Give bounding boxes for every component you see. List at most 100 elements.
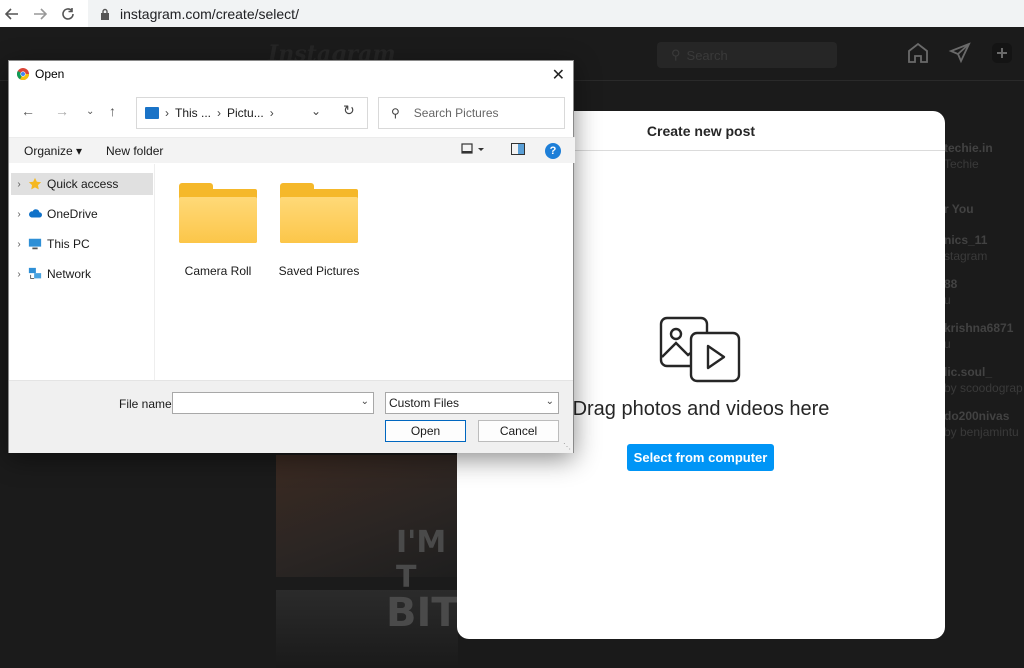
- forward-arrow-icon[interactable]: →: [55, 103, 69, 119]
- url-text: instagram.com/create/select/: [120, 5, 299, 22]
- search-pictures-input[interactable]: ⚲ Search Pictures: [378, 97, 565, 129]
- breadcrumb-pictures[interactable]: Pictu...: [227, 106, 264, 120]
- instagram-nav-icons: [906, 41, 1014, 65]
- file-name-label: File name:: [119, 397, 176, 411]
- feed-image[interactable]: I'M T: [276, 455, 458, 595]
- refresh-icon[interactable]: ↻: [343, 102, 355, 119]
- suggestion-sub: u: [944, 337, 951, 351]
- organize-label: Organize: [24, 144, 73, 158]
- forward-button[interactable]: [28, 2, 52, 26]
- lock-icon: [101, 8, 109, 20]
- expand-chevron-icon[interactable]: ›: [11, 239, 27, 250]
- breadcrumb[interactable]: › This ... › Pictu... › ⌄ ↻: [136, 97, 368, 129]
- search-icon: ⚲: [671, 47, 681, 62]
- breadcrumb-separator: ›: [165, 106, 169, 120]
- cancel-button[interactable]: Cancel: [478, 420, 559, 442]
- expand-chevron-icon[interactable]: ›: [11, 269, 27, 280]
- arrow-left-icon: [5, 8, 18, 20]
- file-type-value: Custom Files: [389, 396, 460, 410]
- suggestion-name[interactable]: krishna6871: [944, 321, 1013, 335]
- arrow-right-icon: [34, 8, 47, 20]
- chrome-icon: [17, 68, 29, 80]
- preview-pane-icon: [511, 143, 525, 155]
- pictures-icon: [145, 107, 159, 119]
- view-icon: [461, 143, 484, 154]
- recent-locations-chevron-icon[interactable]: ⌄: [86, 106, 94, 117]
- select-from-computer-button[interactable]: Select from computer: [627, 444, 774, 471]
- nav-item-onedrive[interactable]: › OneDrive: [11, 203, 153, 225]
- dialog-title: Open: [35, 67, 65, 81]
- suggestion-sub: by benjamintu: [944, 425, 1019, 439]
- up-arrow-icon[interactable]: ↑: [109, 103, 116, 119]
- resize-grip-icon[interactable]: ⋱: [563, 442, 571, 451]
- instagram-search[interactable]: ⚲ Search: [657, 42, 837, 68]
- breadcrumb-this-pc[interactable]: This ...: [175, 106, 211, 120]
- folder-label: Camera Roll: [184, 264, 252, 278]
- folder-icon: [179, 183, 257, 243]
- folder-icon: [280, 183, 358, 243]
- folder-label: Saved Pictures: [278, 264, 360, 278]
- suggestion-name[interactable]: nics_11: [944, 233, 987, 247]
- view-options-button[interactable]: [461, 142, 485, 159]
- suggestion-sub: Techie: [944, 157, 979, 171]
- dialog-navigation: ← → ⌄ ↑ › This ... › Pictu... › ⌄ ↻ ⚲ Se…: [9, 95, 575, 129]
- nav-item-label: This PC: [47, 237, 90, 251]
- photo-video-icon: [659, 316, 741, 383]
- nav-item-label: Quick access: [47, 177, 119, 191]
- search-icon: ⚲: [391, 106, 400, 120]
- chevron-down-icon[interactable]: ⌄: [311, 104, 321, 118]
- new-folder-button[interactable]: New folder: [106, 144, 163, 158]
- expand-chevron-icon[interactable]: ›: [11, 179, 27, 190]
- reload-button[interactable]: [56, 2, 80, 26]
- open-file-dialog: Open ✕ ← → ⌄ ↑ › This ... › Pictu... › ⌄…: [8, 60, 575, 453]
- browser-toolbar: instagram.com/create/select/: [0, 0, 1024, 27]
- chevron-down-icon[interactable]: ⌄: [546, 396, 554, 407]
- suggestion-name[interactable]: lic.soul_: [944, 365, 992, 379]
- feed-image-text: I'M T: [396, 525, 447, 595]
- home-icon[interactable]: [906, 41, 930, 65]
- nav-item-label: Network: [47, 267, 92, 281]
- navigation-pane: › Quick access › OneDrive › This PC › Ne…: [9, 164, 155, 380]
- back-arrow-icon[interactable]: ←: [21, 103, 35, 119]
- dialog-toolbar: Organize ▾ New folder ?: [9, 137, 575, 163]
- close-icon[interactable]: ✕: [552, 65, 565, 85]
- back-button[interactable]: [0, 2, 24, 26]
- suggestions-header: r You: [944, 202, 974, 216]
- instagram-search-placeholder: Search: [686, 47, 728, 63]
- chevron-down-icon[interactable]: ⌄: [361, 396, 369, 407]
- dialog-footer: File name: ⌄ Custom Files ⌄ Open Cancel …: [9, 380, 573, 453]
- file-type-select[interactable]: Custom Files ⌄: [385, 392, 559, 414]
- folder-saved-pictures[interactable]: Saved Pictures: [274, 183, 364, 278]
- dialog-title-bar[interactable]: Open ✕: [9, 61, 575, 87]
- suggestion-name[interactable]: 88: [944, 277, 957, 291]
- cloud-icon: [28, 209, 42, 218]
- suggestion-sub: stagram: [944, 249, 988, 263]
- direct-message-icon[interactable]: [948, 41, 972, 65]
- suggestion-sub: by scoodograp: [944, 381, 1023, 395]
- nav-item-network[interactable]: › Network: [11, 263, 153, 285]
- network-icon: [28, 267, 42, 279]
- search-placeholder: Search Pictures: [413, 106, 499, 120]
- expand-chevron-icon[interactable]: ›: [11, 209, 27, 220]
- file-name-input[interactable]: ⌄: [172, 392, 374, 414]
- feed-image-text: BIT: [386, 590, 459, 636]
- address-bar[interactable]: instagram.com/create/select/: [88, 0, 1024, 27]
- star-icon: [28, 177, 42, 190]
- organize-button[interactable]: Organize ▾: [24, 144, 82, 158]
- preview-pane-button[interactable]: [511, 143, 525, 158]
- suggestion-name[interactable]: techie.in: [944, 141, 993, 155]
- nav-item-this-pc[interactable]: › This PC: [11, 233, 153, 255]
- help-icon[interactable]: ?: [545, 143, 561, 159]
- feed-image[interactable]: BIT: [276, 590, 459, 668]
- breadcrumb-separator: ›: [269, 106, 274, 120]
- open-button[interactable]: Open: [385, 420, 466, 442]
- nav-item-label: OneDrive: [47, 207, 98, 221]
- folder-camera-roll[interactable]: Camera Roll: [173, 183, 263, 278]
- nav-item-quick-access[interactable]: › Quick access: [11, 173, 153, 195]
- file-list: Camera Roll Saved Pictures: [156, 164, 574, 380]
- suggestion-name[interactable]: do200nivas: [944, 409, 1009, 423]
- computer-icon: [28, 238, 42, 250]
- reload-icon: [62, 8, 74, 20]
- suggestion-sub: u: [944, 293, 951, 307]
- new-post-icon[interactable]: [990, 41, 1014, 65]
